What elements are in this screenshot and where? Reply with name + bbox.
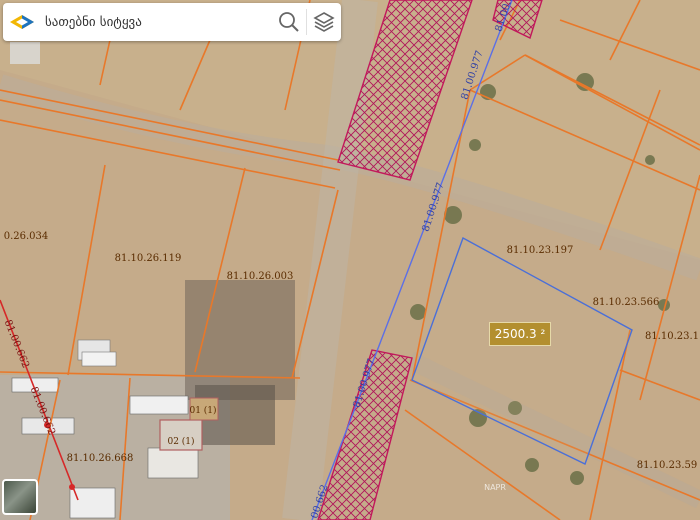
parcel-label: 81.10.23.59 — [637, 460, 697, 471]
layers-button[interactable] — [307, 3, 341, 41]
parcel-label: 81.10.26.119 — [115, 253, 182, 264]
cadastral-map[interactable]: 0.26.034 81.10.26.119 81.10.26.003 81.10… — [0, 0, 700, 520]
parcel-label: 81.10.23.1 — [645, 331, 699, 342]
parcel-label: 81.10.23.197 — [507, 245, 574, 256]
building-label: 02 (1) — [167, 436, 194, 447]
search-button[interactable] — [272, 3, 306, 41]
napr-logo-icon[interactable] — [3, 3, 41, 41]
area-badge: 2500.3 ² — [489, 322, 551, 346]
search-icon — [279, 12, 299, 32]
parcel-label: 0.26.034 — [4, 231, 49, 242]
layers-icon — [313, 12, 335, 32]
basemap-toggle-button[interactable] — [2, 479, 38, 515]
parcel-label: 81.10.26.003 — [227, 271, 294, 282]
search-bar: სათებნი სიტყვა — [3, 3, 341, 41]
napr-watermark: NAPR — [484, 483, 506, 492]
parcel-label: 81.10.26.668 — [67, 453, 134, 464]
building-label: 01 (1) — [189, 405, 216, 416]
parcel-label: 81.10.23.566 — [593, 297, 660, 308]
search-input[interactable]: სათებნი სიტყვა — [41, 15, 272, 30]
